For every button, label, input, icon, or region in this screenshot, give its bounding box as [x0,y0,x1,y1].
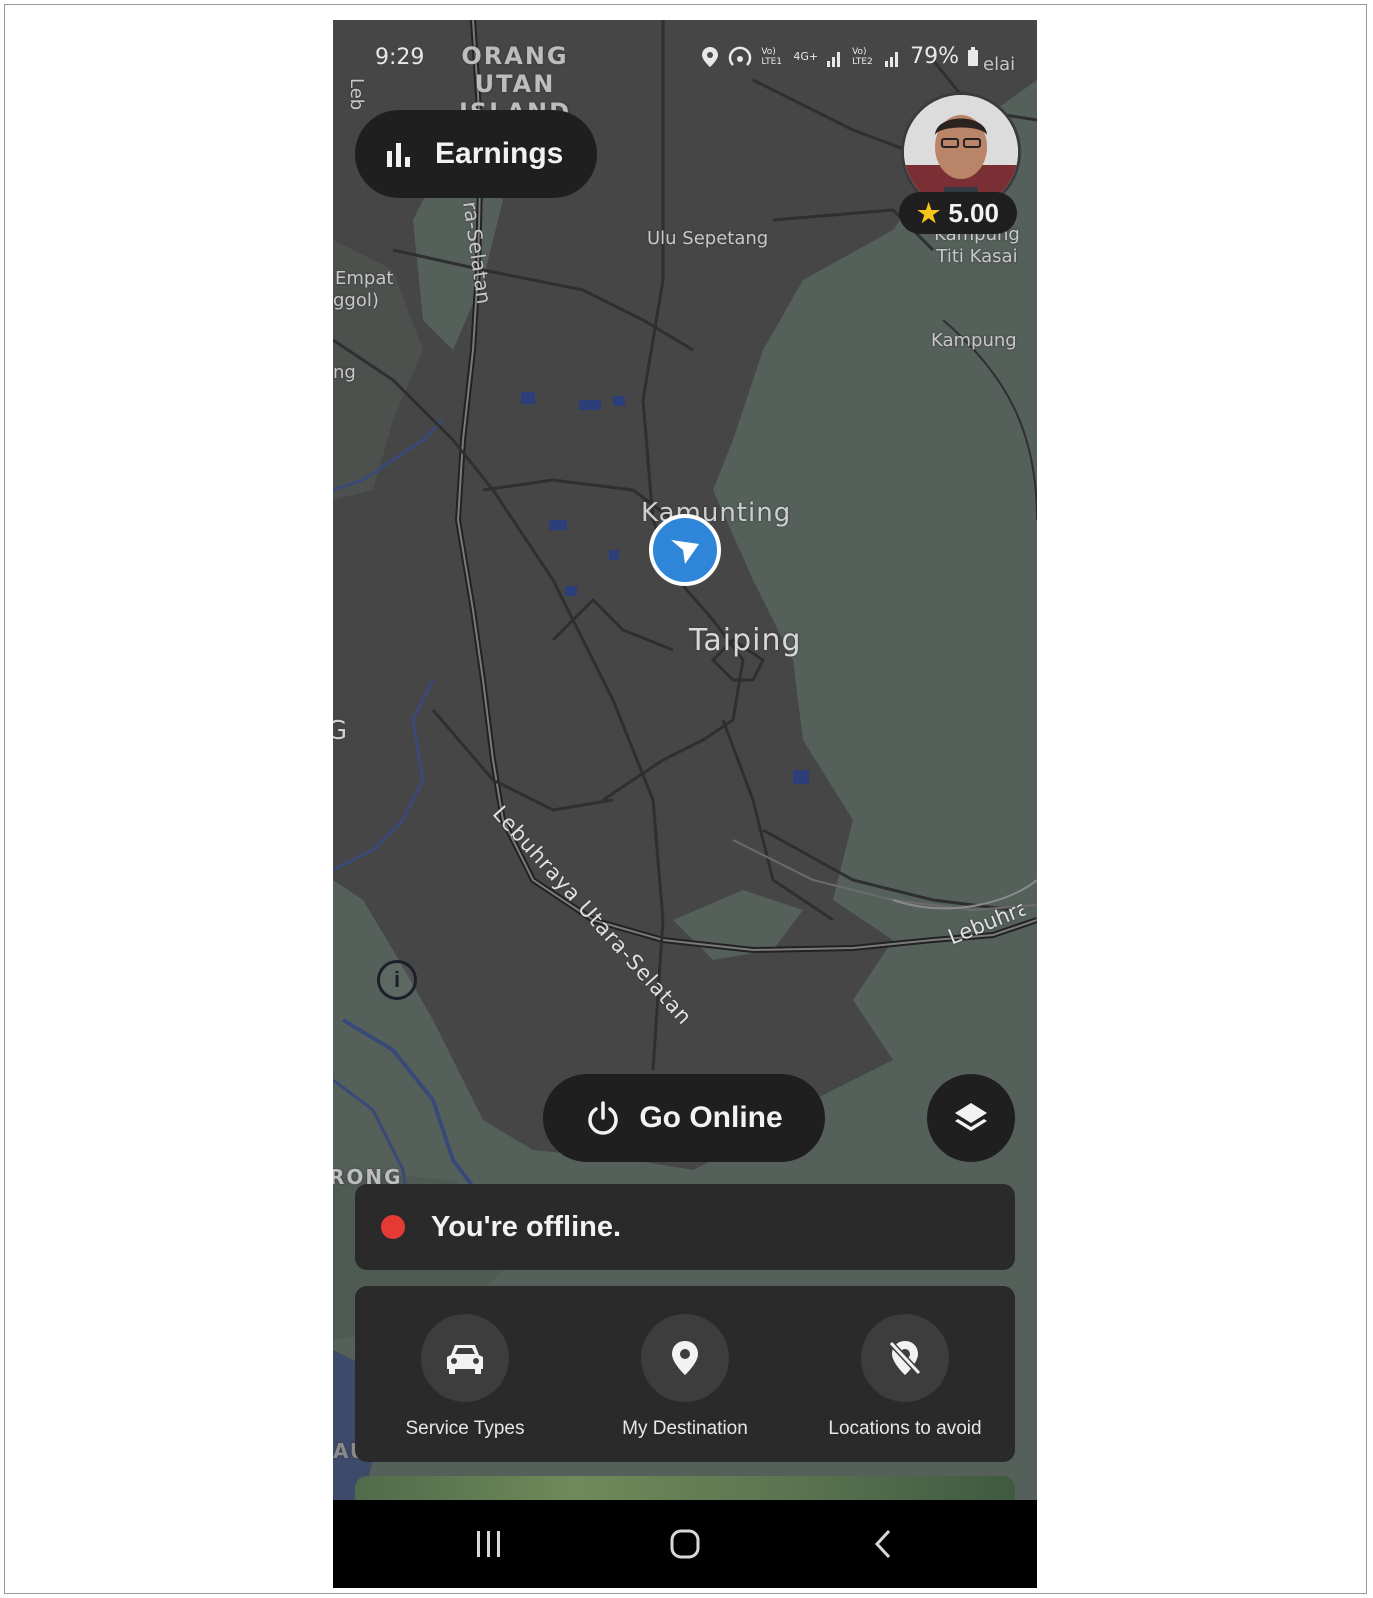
my-destination-button[interactable]: My Destination [585,1314,785,1440]
phone-screen: ORANG UTAN ISLAND Leb ra-Selatan Ulu Sep… [333,20,1037,1588]
locations-to-avoid-button[interactable]: Locations to avoid [805,1314,1005,1440]
locations-to-avoid-label: Locations to avoid [828,1418,982,1439]
rating-value: 5.00 [948,197,999,228]
battery-icon [968,46,978,66]
recent-apps-button[interactable] [459,1524,519,1564]
offline-status-bar: You're offline. [355,1184,1015,1270]
map-layers-button[interactable] [927,1074,1015,1162]
go-online-button[interactable]: Go Online [543,1074,825,1162]
network-label-1: Vo) LTE1 [761,46,783,67]
bar-chart-icon [387,143,410,167]
car-icon [447,1345,483,1374]
status-time: 9:29 [375,45,425,70]
map-label-ulu-sepetang: Ulu Sepetang [647,228,769,249]
back-icon [874,1529,891,1559]
network-label-3: Vo) LTE2 [852,46,873,67]
network-label-2: 4G+ [793,50,819,63]
map-label-leb: Leb [346,78,367,111]
power-icon [588,1101,619,1135]
star-icon: ★ [917,197,941,228]
back-button[interactable] [853,1524,913,1564]
layers-icon [955,1103,987,1131]
rating-badge: ★ 5.00 [899,192,1017,234]
system-navigation-bar [333,1500,1037,1588]
home-icon [670,1529,700,1559]
battery-percent: 79% [910,44,959,69]
current-location-marker [649,514,721,586]
signal-icon-1 [827,51,841,67]
service-types-button[interactable]: Service Types [365,1314,565,1440]
location-status-icon [702,46,719,67]
avoid-location-icon [888,1340,922,1376]
map-label-ggol: ggol) [333,290,379,311]
status-bar: 9:29 Vo) LTE1 4G+ Vo) LTE2 79% [333,40,1037,80]
my-destination-label: My Destination [622,1418,748,1439]
map-label-taiping: Taiping [689,623,802,658]
map-view[interactable]: ORANG UTAN ISLAND Leb ra-Selatan Ulu Sep… [333,20,1037,1500]
map-label-empat: Empat [335,268,394,289]
offline-indicator-dot [381,1215,405,1239]
quick-actions-panel: Service Types My Destination Locations t… [355,1286,1015,1462]
service-types-label: Service Types [405,1418,525,1439]
earnings-button[interactable]: Earnings [355,110,597,198]
go-online-label: Go Online [639,1101,783,1134]
map-label-kampung: Kampung [931,330,1017,351]
signal-icon-2 [885,51,899,67]
locations-to-avoid-icon-circle [861,1314,949,1402]
map-label-ng: ng [333,362,356,383]
home-button[interactable] [655,1524,715,1564]
my-destination-icon-circle [641,1314,729,1402]
hotspot-icon [729,46,752,66]
info-icon[interactable]: i [377,960,417,1000]
pin-icon [672,1341,698,1375]
navigation-arrow-icon [671,540,699,564]
map-label-g-edge: G [333,716,349,746]
offline-status-text: You're offline. [431,1210,622,1243]
recents-icon [477,1531,500,1557]
status-icons: Vo) LTE1 4G+ Vo) LTE2 79% [701,44,979,69]
service-types-icon-circle [421,1314,509,1402]
earnings-label: Earnings [435,137,564,170]
